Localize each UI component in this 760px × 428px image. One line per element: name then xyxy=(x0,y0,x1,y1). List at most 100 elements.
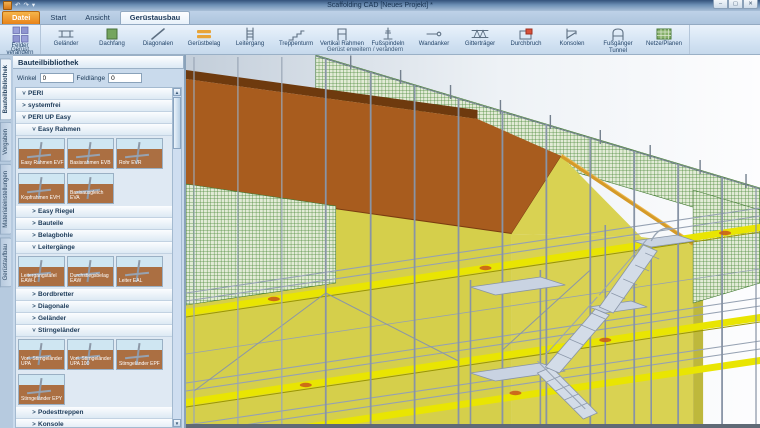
tree-item-bordbretter[interactable]: ˃Bordbretter xyxy=(16,289,172,301)
treppenturm-button[interactable]: Treppenturm xyxy=(273,26,319,48)
expand-icon[interactable]: ˃ xyxy=(30,316,38,322)
netze-planen-button[interactable]: Netze/Planen xyxy=(641,26,687,48)
konsolen-icon xyxy=(563,26,581,41)
library-thumb-basisausgleich-eva[interactable]: Basisausgleich EVA xyxy=(67,173,114,204)
library-thumb-vorl-stirngelaender-upa[interactable]: Vorl. Stirngeländer UPA xyxy=(18,339,65,370)
expand-icon[interactable]: ˃ xyxy=(30,410,38,416)
fussspindeln-button[interactable]: Fußspindeln xyxy=(365,26,411,48)
tab-datei[interactable]: Datei xyxy=(2,11,40,24)
expand-icon[interactable]: ˅ xyxy=(30,328,38,334)
expand-icon[interactable]: ˃ xyxy=(30,209,38,215)
leitergang-button[interactable]: Leitergang xyxy=(227,26,273,48)
geruestbelag-button[interactable]: Gerüstbelag xyxy=(181,26,227,48)
expand-icon[interactable]: ˅ xyxy=(30,127,38,133)
thumb-label: Basisrahmen EVB xyxy=(70,161,111,167)
library-thumb-stirngelaender-epf[interactable]: Stirngeländer EPF xyxy=(116,339,163,370)
expand-icon[interactable]: ˃ xyxy=(30,221,38,227)
feldlaenge-input[interactable] xyxy=(108,73,142,83)
vertikal-rahmen-icon xyxy=(333,26,351,41)
durchbruch-icon xyxy=(517,26,535,41)
diagonalen-button[interactable]: Diagonalen xyxy=(135,26,181,48)
durchbruch-button[interactable]: Durchbruch xyxy=(503,26,549,48)
expand-icon[interactable]: ˃ xyxy=(30,292,38,298)
tree-item-label: Easy Riegel xyxy=(38,208,75,215)
wandanker-button[interactable]: Wandanker xyxy=(411,26,457,48)
vertikal-rahmen-button[interactable]: Vertikal Rahmen xyxy=(319,26,365,48)
tree-item-gelaender[interactable]: ˃Geländer xyxy=(16,313,172,325)
minimize-button[interactable]: – xyxy=(713,0,728,9)
tree-item-diagonale[interactable]: ˃Diagonale xyxy=(16,301,172,313)
side-tab-vorgaben[interactable]: Vorgaben xyxy=(0,122,11,162)
library-tree: ˅PERI ˃systemfrei ˅PERI UP Easy ˅Easy Ra… xyxy=(15,87,182,428)
expand-icon[interactable]: ˃ xyxy=(30,233,38,239)
side-tab-materialeinstellungen[interactable]: Materialeinstellungen xyxy=(0,164,11,235)
dachfang-button[interactable]: Dachfang xyxy=(89,26,135,48)
tree-item-leitergaenge[interactable]: ˅Leitergänge xyxy=(16,242,172,254)
tree-item-easy-riegel[interactable]: ˃Easy Riegel xyxy=(16,206,172,218)
tree-item-systemfrei[interactable]: ˃systemfrei xyxy=(16,100,172,112)
dachfang-icon xyxy=(103,26,121,41)
maximize-button[interactable]: ▢ xyxy=(728,0,743,9)
gelaender-button[interactable]: Geländer xyxy=(43,26,89,48)
tree-item-label: Diagonale xyxy=(38,303,69,310)
tree-item-konsole[interactable]: ˃Konsole xyxy=(16,419,172,428)
thumb-label: Basisausgleich EVA xyxy=(70,191,113,203)
tree-item-easy-rahmen[interactable]: ˅Easy Rahmen xyxy=(16,124,172,136)
expand-icon[interactable]: ˃ xyxy=(30,304,38,310)
tree-item-belagbohle[interactable]: ˃Belagbohle xyxy=(16,230,172,242)
library-thumb-durchstiegsbelag-eaw[interactable]: Durchstiegsbelag EAW xyxy=(67,256,114,287)
diagonalen-icon xyxy=(149,26,167,41)
scroll-up-icon[interactable]: ▲ xyxy=(173,88,181,96)
ribbon-group-label: Gerüst erweitern / verändern xyxy=(41,46,689,54)
tab-ansicht[interactable]: Ansicht xyxy=(76,12,119,24)
ribbon-group-erweitern: Geländer Dachfang Diagonalen Gerüstbelag… xyxy=(41,25,690,54)
tree-item-peri-up-easy[interactable]: ˅PERI UP Easy xyxy=(16,112,172,124)
gittertraeger-button[interactable]: Gitterträger xyxy=(457,26,503,48)
window-title: Scaffolding CAD [Neues Projekt] * xyxy=(327,2,433,9)
side-tab-geruestaufbau[interactable]: Gerüstaufbau xyxy=(0,237,11,287)
thumb-row: Leitergangstafel EAW-L Durchstiegsbelag … xyxy=(16,254,172,289)
thumb-row: Kopfrahmen EVH Basisausgleich EVA xyxy=(16,171,172,206)
tree-item-podesttreppen[interactable]: ˃Podesttreppen xyxy=(16,407,172,419)
library-thumb-vorl-stirngelaender-upa-100[interactable]: Vorl. Stirngeländer UPA 100 xyxy=(67,339,114,370)
viewport-3d[interactable] xyxy=(185,55,760,428)
tree-item-stirngelaender[interactable]: ˅Stirngeländer xyxy=(16,325,172,337)
feldlaenge-label: Feldlänge xyxy=(77,75,106,82)
close-button[interactable]: ✕ xyxy=(743,0,758,9)
library-thumb-leiter-eal[interactable]: Leiter EAL xyxy=(116,256,163,287)
expand-icon[interactable]: ˃ xyxy=(30,422,38,428)
scrollbar-thumb[interactable] xyxy=(173,97,181,149)
library-thumb-kopfrahmen-evh[interactable]: Kopfrahmen EVH xyxy=(18,173,65,204)
library-thumb-stirngelaender-epy[interactable]: Stirngeländer EPY xyxy=(18,374,65,405)
title-bar: ↶ ↷ ▾ Scaffolding CAD [Neues Projekt] * … xyxy=(0,0,760,11)
expand-icon[interactable]: ˅ xyxy=(30,245,38,251)
expand-icon[interactable]: ˃ xyxy=(20,103,28,109)
tab-start[interactable]: Start xyxy=(41,12,75,24)
window-controls: – ▢ ✕ xyxy=(713,0,758,9)
konsolen-button[interactable]: Konsolen xyxy=(549,26,595,48)
thumb-label: Vorl. Stirngeländer UPA xyxy=(21,357,64,369)
expand-icon[interactable]: ˅ xyxy=(20,115,28,121)
tree-item-bauteile[interactable]: ˃Bauteile xyxy=(16,218,172,230)
library-thumb-basisrahmen-evb[interactable]: Basisrahmen EVB xyxy=(67,138,114,169)
library-scrollbar[interactable]: ▲ ▼ xyxy=(172,88,181,427)
tree-item-peri[interactable]: ˅PERI xyxy=(16,88,172,100)
redo-icon[interactable]: ↷ xyxy=(23,2,28,10)
winkel-input[interactable] xyxy=(40,73,74,83)
tree-item-label: systemfrei xyxy=(28,102,61,109)
gittertraeger-icon xyxy=(471,26,489,41)
library-thumb-easy-rahmen-evf[interactable]: Easy Rahmen EVF xyxy=(18,138,65,169)
qat-dropdown-icon[interactable]: ▾ xyxy=(32,2,35,10)
thumb-label: Kopfrahmen EVH xyxy=(21,196,60,202)
undo-icon[interactable]: ↶ xyxy=(15,2,20,10)
library-thumb-leitergangstafel-eaw-l[interactable]: Leitergangstafel EAW-L xyxy=(18,256,65,287)
tab-geruestausbau[interactable]: Gerüstausbau xyxy=(120,11,190,24)
scroll-down-icon[interactable]: ▼ xyxy=(173,419,181,427)
thumb-label: Rohr EVR xyxy=(119,161,142,167)
thumb-label: Leitergangstafel EAW-L xyxy=(21,274,64,286)
library-thumb-rohr-evr[interactable]: Rohr EVR xyxy=(116,138,163,169)
expand-icon[interactable]: ˅ xyxy=(20,91,28,97)
library-panel-title: Bauteilbibliothek xyxy=(13,55,184,69)
side-tab-bauteilbibliothek[interactable]: Bauteilbibliothek xyxy=(0,58,11,120)
app-icon[interactable] xyxy=(3,1,12,10)
